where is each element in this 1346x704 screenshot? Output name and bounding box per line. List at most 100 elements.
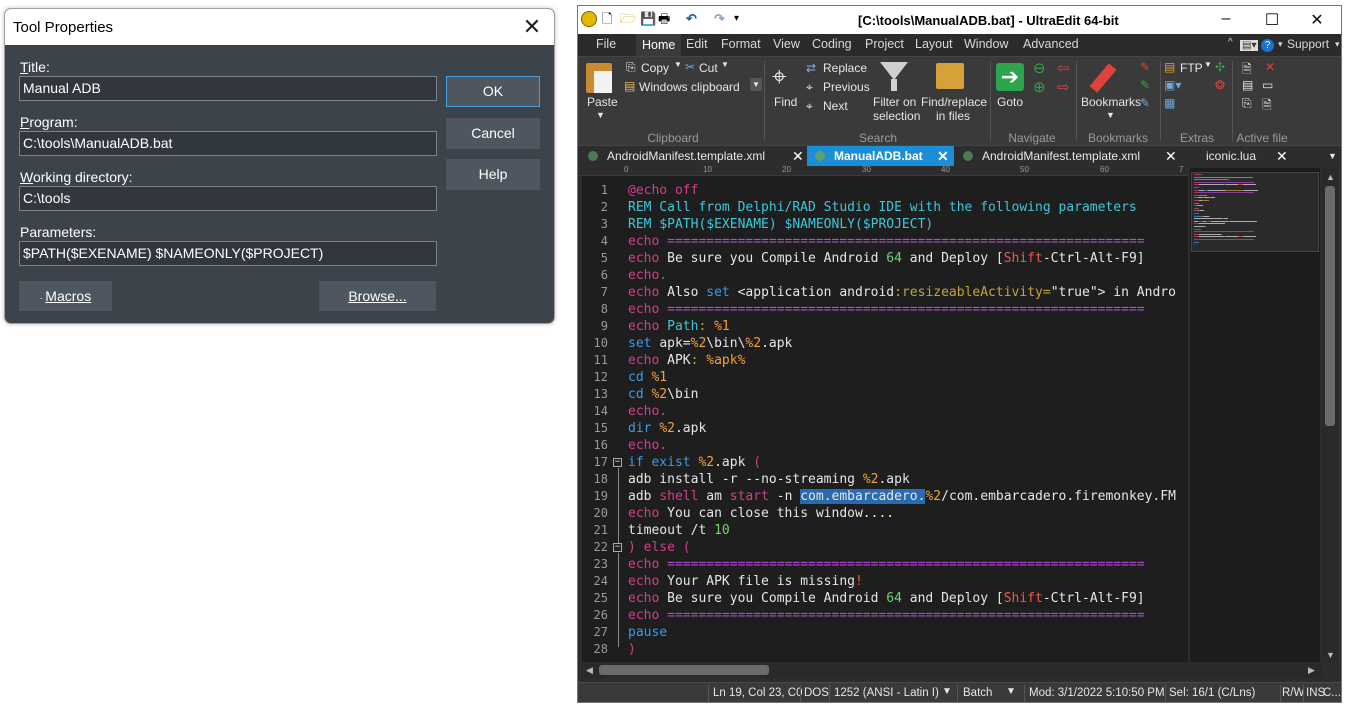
vertical-scrollbar[interactable]: ▲ ▼ xyxy=(1322,168,1338,662)
paste-icon[interactable] xyxy=(586,63,612,93)
bookmarks-button[interactable]: Bookmarks xyxy=(1081,95,1141,109)
cancel-button[interactable]: Cancel xyxy=(446,118,540,149)
layout-icon[interactable]: ▤▾ xyxy=(1240,40,1259,51)
code-line[interactable]: echo ===================================… xyxy=(628,301,1145,318)
tab-close-icon[interactable]: ✕ xyxy=(1165,146,1177,166)
scroll-right-icon[interactable]: ▶ xyxy=(1308,665,1315,676)
goto-button[interactable]: Goto xyxy=(997,95,1023,109)
status-syntax[interactable]: Batch xyxy=(963,687,992,699)
program-field[interactable]: C:\tools\ManualADB.bat xyxy=(19,131,437,156)
status-encoding[interactable]: 1252 (ANSI - Latin I) xyxy=(834,687,939,699)
status-line-ending[interactable]: DOS xyxy=(804,687,829,699)
vertical-scroll-thumb[interactable] xyxy=(1325,186,1335,426)
scroll-down-icon[interactable]: ▼ xyxy=(1326,650,1335,660)
tab-manualadb-bat[interactable]: ManualADB.bat ✕ xyxy=(807,146,954,166)
code-line[interactable]: pause xyxy=(628,624,667,641)
code-line[interactable]: echo Also set <application android:resiz… xyxy=(628,284,1176,301)
tab-close-icon[interactable]: ✕ xyxy=(1276,146,1288,166)
help-dropdown-icon[interactable]: ▾ xyxy=(1278,39,1283,50)
browse-button[interactable]: Browse... xyxy=(319,281,436,311)
ftp-sync-icon[interactable]: ✣ xyxy=(1215,60,1225,74)
code-line[interactable]: echo. xyxy=(628,437,667,454)
navigate-back-icon[interactable]: ⊖ xyxy=(1033,59,1046,77)
cut-button[interactable]: Cut xyxy=(699,61,718,75)
compare-icon[interactable]: ▦ xyxy=(1164,96,1175,110)
tools-icon[interactable]: ❂ xyxy=(1215,78,1225,92)
tab-close-icon[interactable]: ✕ xyxy=(792,146,804,166)
menu-window[interactable]: Window xyxy=(964,37,1008,51)
menu-edit[interactable]: Edit xyxy=(686,37,708,51)
find-next-button[interactable]: Next xyxy=(823,99,848,113)
syntax-dropdown-icon[interactable]: ▼ xyxy=(1006,686,1016,697)
find-replace-in-files-button[interactable]: Find/replace in files xyxy=(921,95,987,123)
code-line[interactable]: if exist %2.apk ( xyxy=(628,454,761,471)
ftp-button[interactable]: FTP xyxy=(1180,61,1203,75)
code-line[interactable]: adb shell am start -n com.embarcadero.%2… xyxy=(628,488,1176,505)
horizontal-scroll-thumb[interactable] xyxy=(599,665,769,675)
cut-dropdown-icon[interactable]: ▼ xyxy=(721,60,729,69)
code-line[interactable]: ) else ( xyxy=(628,539,691,556)
open-folder-icon[interactable]: 🗁 xyxy=(620,11,636,27)
menu-project[interactable]: Project xyxy=(865,37,904,51)
code-line[interactable]: echo ===================================… xyxy=(628,556,1145,573)
code-line[interactable]: echo ===================================… xyxy=(628,233,1145,250)
undo-icon[interactable]: ↶ xyxy=(686,11,697,27)
code-line[interactable]: ) xyxy=(628,641,636,658)
clear-bookmarks-icon[interactable]: ✎ xyxy=(1140,96,1150,110)
copy-dropdown-icon[interactable]: ▼ xyxy=(674,60,682,69)
encoding-dropdown-icon[interactable]: ▼ xyxy=(942,686,952,697)
code-line[interactable]: cd %1 xyxy=(628,369,667,386)
scroll-left-icon[interactable]: ◀ xyxy=(586,665,593,676)
redo-icon[interactable]: ↷ xyxy=(714,11,725,27)
close-icon[interactable]: ✕ xyxy=(516,11,548,43)
code-line[interactable]: echo ===================================… xyxy=(628,607,1145,624)
find-previous-button[interactable]: Previous xyxy=(823,80,870,94)
status-column-mode[interactable]: C... xyxy=(1323,687,1341,699)
tab-iconic-lua[interactable]: iconic.lua ✕ xyxy=(1182,146,1290,166)
code-line[interactable]: echo Path: %1 xyxy=(628,318,730,335)
quick-access-dropdown-icon[interactable]: ▾ xyxy=(734,11,739,27)
menu-support[interactable]: Support xyxy=(1287,37,1329,51)
copy-file-icon[interactable]: ⎘ xyxy=(1242,96,1252,111)
bookmarks-dropdown-icon[interactable]: ▼ xyxy=(1106,110,1115,120)
bookmark-icon[interactable] xyxy=(1089,63,1117,93)
new-file-icon[interactable]: 🗋 xyxy=(602,11,612,27)
ok-button[interactable]: OK xyxy=(446,76,540,107)
next-bookmark-icon[interactable]: ✎ xyxy=(1140,60,1150,74)
find-in-files-folder-icon[interactable] xyxy=(936,63,964,89)
collapse-ribbon-icon[interactable]: ^ xyxy=(1228,37,1233,48)
code-line[interactable]: echo. xyxy=(628,267,667,284)
menu-advanced[interactable]: Advanced xyxy=(1023,37,1079,51)
tab-list-dropdown-icon[interactable]: ▼ xyxy=(1328,146,1337,166)
support-dropdown-icon[interactable]: ▾ xyxy=(1335,39,1340,50)
code-line[interactable]: echo Be sure you Compile Android 64 and … xyxy=(628,250,1145,267)
code-editor[interactable]: @echo off REM Call from Delphi/RAD Studio… xyxy=(626,176,1188,662)
navigate-forward-icon[interactable]: ⊕ xyxy=(1033,78,1046,96)
replace-button[interactable]: Replace xyxy=(823,61,867,75)
menu-view[interactable]: View xyxy=(773,37,800,51)
cut-icon[interactable]: ✂ xyxy=(685,60,695,74)
code-line[interactable]: REM Call from Delphi/RAD Studio IDE with… xyxy=(628,199,1137,216)
ssh-telnet-icon[interactable]: ▣▾ xyxy=(1164,78,1181,92)
help-button[interactable]: Help xyxy=(446,159,540,190)
code-line[interactable]: REM $PATH($EXENAME) $NAMEONLY($PROJECT) xyxy=(628,216,933,233)
previous-edit-icon[interactable]: ⇦ xyxy=(1057,59,1070,77)
find-button[interactable]: Find xyxy=(774,95,797,109)
tab-android-manifest-1[interactable]: AndroidManifest.template.xml ✕ xyxy=(578,146,806,166)
minimap[interactable] xyxy=(1190,168,1320,662)
scroll-up-icon[interactable]: ▲ xyxy=(1326,172,1335,182)
menu-coding[interactable]: Coding xyxy=(812,37,852,51)
working-directory-field[interactable]: C:\tools xyxy=(19,186,437,211)
windows-clipboard-button[interactable]: Windows clipboard xyxy=(639,80,740,94)
file-tabs-icon[interactable]: ▭ xyxy=(1262,78,1273,92)
help-icon[interactable]: ? xyxy=(1261,39,1274,52)
code-line[interactable]: timeout /t 10 xyxy=(628,522,730,539)
code-line[interactable]: echo Be sure you Compile Android 64 and … xyxy=(628,590,1145,607)
status-read-write[interactable]: R/W xyxy=(1282,687,1304,699)
fold-toggle-icon[interactable]: − xyxy=(613,458,622,467)
parameters-field[interactable]: $PATH($EXENAME) $NAMEONLY($PROJECT) xyxy=(19,241,437,266)
paste-button[interactable]: Paste xyxy=(587,95,618,109)
previous-bookmark-icon[interactable]: ✎ xyxy=(1140,78,1150,92)
file-info-icon[interactable]: 🗎 xyxy=(1262,96,1272,117)
close-file-icon[interactable]: ✕ xyxy=(1265,60,1275,74)
